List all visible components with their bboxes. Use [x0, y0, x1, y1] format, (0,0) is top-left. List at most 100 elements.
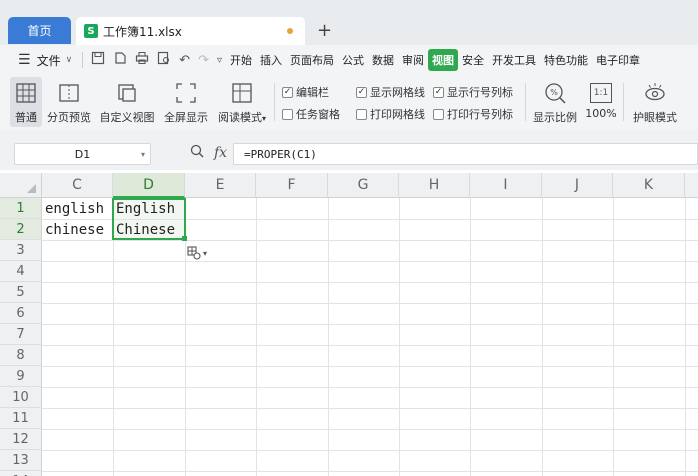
row-header-12[interactable]: 12	[0, 429, 42, 450]
cell-d2[interactable]: Chinese	[113, 219, 185, 240]
show-row-col-headers-label: 显示行号列标	[447, 86, 513, 99]
insert-function-icon[interactable]: fx	[214, 145, 227, 161]
spreadsheet-grid[interactable]: C D E F G H I J K 1 2 3 4 5 6 7 8 9 10 1…	[0, 173, 698, 476]
menu-view[interactable]: 视图	[428, 49, 459, 71]
menu-home[interactable]: 开始	[226, 49, 256, 71]
divider	[525, 83, 526, 121]
tab-home[interactable]: 首页	[8, 17, 71, 44]
menu-e-seal[interactable]: 电子印章	[592, 49, 644, 71]
show-gridlines-checkbox[interactable]: ✓ 显示网格线	[356, 84, 425, 100]
row-header-9[interactable]: 9	[0, 366, 42, 387]
gridline	[42, 471, 698, 472]
column-header-e[interactable]: E	[185, 173, 256, 198]
column-header-k[interactable]: K	[613, 173, 685, 198]
task-pane-label: 任务窗格	[296, 108, 340, 121]
zoom-100-button[interactable]: 1:1 100%	[584, 77, 618, 127]
reading-mode-text: 阅读模式	[217, 111, 262, 124]
zoom-icon: %	[543, 81, 567, 105]
zoom-in-icon[interactable]	[190, 144, 204, 162]
print-row-col-headers-checkbox[interactable]: 打印行号列标	[433, 106, 513, 122]
column-header-f[interactable]: F	[256, 173, 328, 198]
row-header-14[interactable]: 14	[0, 471, 42, 476]
menu-data[interactable]: 数据	[368, 49, 398, 71]
tab-document[interactable]: S 工作簿11.xlsx	[76, 17, 305, 45]
hamburger-menu-icon[interactable]: ☰	[18, 52, 31, 68]
more-commands-icon[interactable]: ▿	[217, 55, 222, 66]
column-header-j[interactable]: J	[542, 173, 613, 198]
auto-fill-options-button[interactable]: ▾	[187, 244, 215, 262]
normal-view-icon	[14, 81, 38, 105]
chevron-down-icon[interactable]: ▾	[141, 150, 145, 159]
formula-input[interactable]: =PROPER(C1)	[233, 143, 698, 165]
row-header-1[interactable]: 1	[0, 198, 42, 219]
column-header-i[interactable]: I	[470, 173, 542, 198]
menu-special-features[interactable]: 特色功能	[540, 49, 592, 71]
cell-c2[interactable]: chinese	[42, 219, 113, 240]
edit-bar-checkbox[interactable]: ✓ 编辑栏	[282, 84, 329, 100]
menu-page-layout[interactable]: 页面布局	[286, 49, 338, 71]
tab-bar: 首页 S 工作簿11.xlsx +	[0, 0, 698, 45]
column-header-partial[interactable]	[685, 173, 698, 198]
select-all-icon	[27, 184, 36, 193]
print-row-col-headers-label: 打印行号列标	[447, 108, 513, 121]
actual-size-icon-text: 1:1	[593, 88, 609, 98]
column-header-c[interactable]: C	[42, 173, 113, 198]
checkbox-checked-icon: ✓	[433, 86, 444, 98]
checkbox-unchecked-icon	[282, 108, 293, 120]
cell-d1[interactable]: English	[113, 198, 185, 219]
column-header-h[interactable]: H	[399, 173, 470, 198]
row-header-4[interactable]: 4	[0, 261, 42, 282]
row-header-7[interactable]: 7	[0, 324, 42, 345]
undo-icon[interactable]: ↶	[179, 53, 190, 68]
row-header-11[interactable]: 11	[0, 408, 42, 429]
full-screen-button[interactable]: 全屏显示	[162, 77, 210, 127]
normal-view-button[interactable]: 普通	[10, 77, 42, 127]
name-box[interactable]: D1 ▾	[14, 143, 151, 165]
redo-icon[interactable]: ↷	[198, 53, 209, 68]
menu-formulas[interactable]: 公式	[338, 49, 368, 71]
gridline	[42, 345, 698, 346]
menu-developer[interactable]: 开发工具	[488, 49, 540, 71]
menu-review[interactable]: 审阅	[398, 49, 428, 71]
row-header-3[interactable]: 3	[0, 240, 42, 261]
row-header-8[interactable]: 8	[0, 345, 42, 366]
print-icon[interactable]	[135, 51, 149, 69]
row-header-6[interactable]: 6	[0, 303, 42, 324]
reading-mode-button[interactable]: 阅读模式▾	[215, 77, 269, 127]
document-name: 工作簿11.xlsx	[103, 24, 182, 39]
divider	[82, 52, 84, 68]
zoom-button[interactable]: % 显示比例	[531, 77, 579, 127]
row-header-2[interactable]: 2	[0, 219, 42, 240]
formula-text: =PROPER(C1)	[244, 147, 317, 161]
task-pane-checkbox[interactable]: 任务窗格	[282, 106, 340, 122]
export-pdf-icon[interactable]	[113, 51, 127, 69]
row-header-13[interactable]: 13	[0, 450, 42, 471]
new-tab-button[interactable]: +	[317, 20, 332, 41]
checkbox-checked-icon: ✓	[282, 86, 293, 98]
ribbon-view: 普通 分页预览 自定义视图 全屏显示 阅读模式▾ ✓ 编辑栏 任务窗格 ✓ 显示网格…	[0, 75, 698, 130]
spreadsheet-icon: S	[84, 24, 98, 38]
cell-c1[interactable]: english	[42, 198, 113, 219]
select-all-corner[interactable]	[0, 173, 42, 198]
column-header-d[interactable]: D	[113, 173, 185, 198]
formula-bar: D1 ▾ fx =PROPER(C1)	[0, 130, 698, 170]
show-row-col-headers-checkbox[interactable]: ✓ 显示行号列标	[433, 84, 513, 100]
row-header-10[interactable]: 10	[0, 387, 42, 408]
page-break-preview-icon	[57, 81, 81, 105]
svg-text:%: %	[550, 88, 558, 97]
full-screen-icon	[174, 81, 198, 105]
menu-items: 开始 插入 页面布局 公式 数据 审阅 视图 安全 开发工具 特色功能 电子印章	[226, 49, 644, 71]
chevron-down-icon[interactable]: ∨	[66, 55, 73, 65]
page-break-preview-button[interactable]: 分页预览	[45, 77, 93, 127]
print-gridlines-checkbox[interactable]: 打印网格线	[356, 106, 425, 122]
row-header-5[interactable]: 5	[0, 282, 42, 303]
column-header-g[interactable]: G	[328, 173, 399, 198]
menu-security[interactable]: 安全	[458, 49, 488, 71]
save-icon[interactable]	[91, 51, 105, 69]
print-preview-icon[interactable]	[157, 51, 171, 69]
reading-mode-label: 阅读模式▾	[217, 111, 266, 124]
menu-insert[interactable]: 插入	[256, 49, 286, 71]
eye-protection-button[interactable]: 护眼模式	[630, 77, 680, 127]
file-menu[interactable]: 文件	[37, 52, 61, 69]
custom-view-button[interactable]: 自定义视图	[97, 77, 157, 127]
